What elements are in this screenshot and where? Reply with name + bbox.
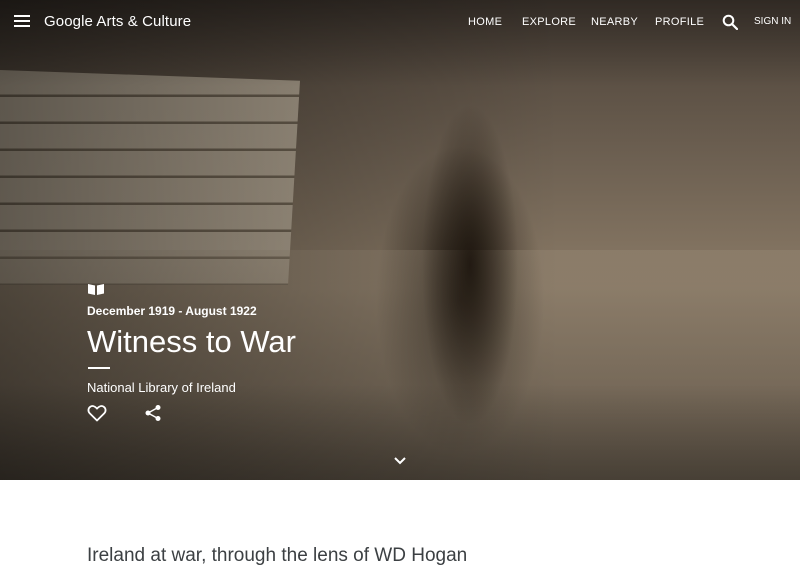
partner-link[interactable]: National Library of Ireland bbox=[87, 380, 236, 395]
hero-overlay bbox=[0, 0, 800, 480]
nav-nearby[interactable]: NEARBY bbox=[591, 16, 638, 28]
story-book-icon bbox=[88, 284, 104, 295]
nav-home[interactable]: HOME bbox=[468, 16, 502, 28]
nav-profile[interactable]: PROFILE bbox=[655, 16, 704, 28]
nav-explore[interactable]: EXPLORE bbox=[522, 16, 576, 28]
top-navigation-bar: Google Arts & Culture HOME EXPLORE NEARB… bbox=[0, 0, 800, 44]
share-icon[interactable] bbox=[144, 404, 162, 422]
site-logo[interactable]: Google Arts & Culture bbox=[44, 13, 191, 30]
story-date-range: December 1919 - August 1922 bbox=[87, 304, 257, 318]
hamburger-menu-icon[interactable] bbox=[14, 15, 30, 29]
hero-image bbox=[0, 0, 800, 480]
chevron-down-icon[interactable] bbox=[392, 455, 408, 467]
search-icon[interactable] bbox=[722, 14, 738, 30]
story-subtitle: Ireland at war, through the lens of WD H… bbox=[87, 545, 468, 566]
sign-in-link[interactable]: SIGN IN bbox=[754, 16, 791, 27]
heart-icon[interactable] bbox=[87, 404, 107, 422]
story-title: Witness to War bbox=[87, 324, 296, 359]
title-divider bbox=[88, 367, 110, 369]
